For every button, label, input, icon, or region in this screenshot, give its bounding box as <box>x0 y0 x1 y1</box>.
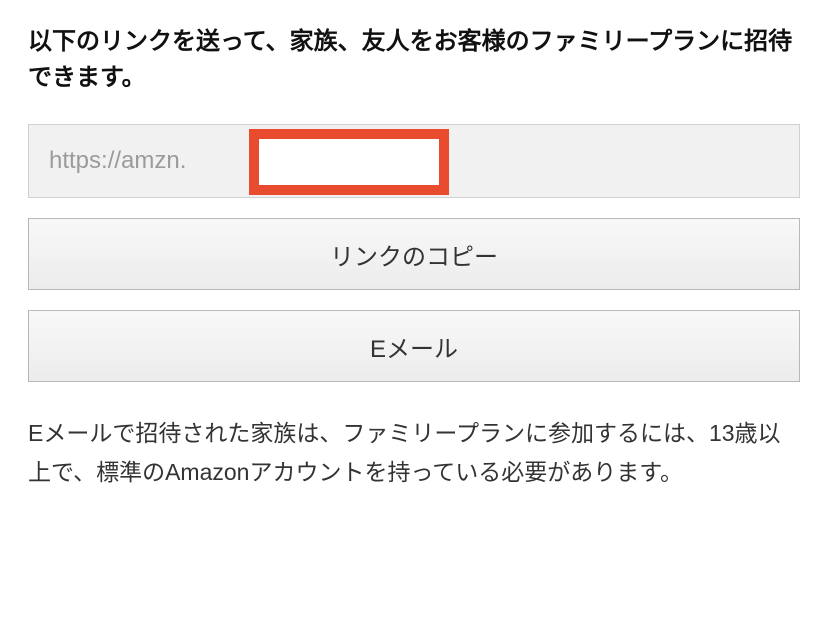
copy-link-button[interactable]: リンクのコピー <box>28 218 800 290</box>
email-button[interactable]: Eメール <box>28 310 800 382</box>
invite-link-text: https://amzn. <box>49 147 186 175</box>
invite-link-field[interactable]: https://amzn. <box>28 124 800 198</box>
invite-heading: 以下のリンクを送って、家族、友人をお客様のファミリープランに招待できます。 <box>28 24 800 96</box>
redaction-overlay <box>249 129 449 195</box>
footer-disclaimer: Eメールで招待された家族は、ファミリープランに参加するには、13歳以上で、標準の… <box>28 414 800 492</box>
